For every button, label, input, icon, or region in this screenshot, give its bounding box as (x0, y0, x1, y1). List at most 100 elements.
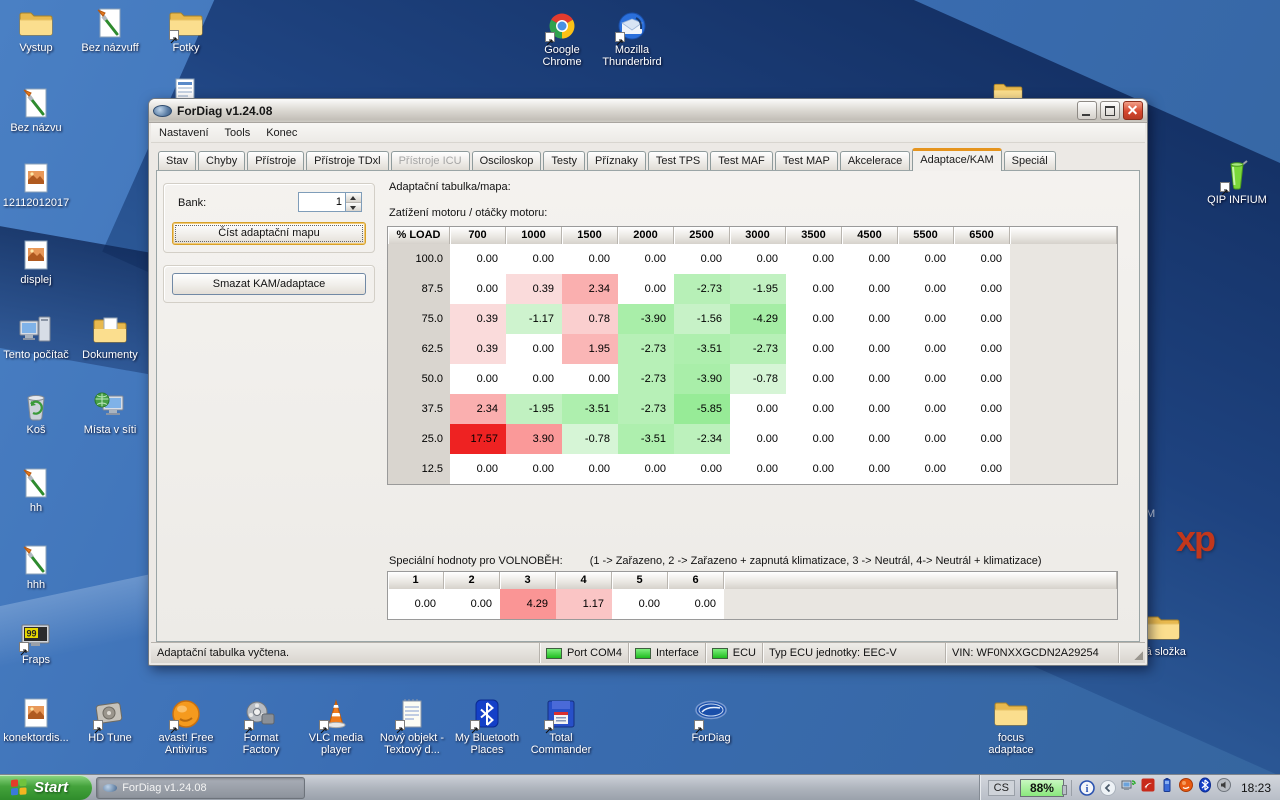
language-indicator[interactable]: CS (988, 780, 1015, 796)
desktop-icon-fraps[interactable]: 99Fraps (0, 620, 72, 666)
tab-akcelerace[interactable]: Akcelerace (840, 151, 910, 170)
clock: 18:23 (1241, 781, 1271, 795)
tab-test-maf[interactable]: Test MAF (710, 151, 772, 170)
tray-network-icon[interactable] (1121, 777, 1137, 798)
close-button[interactable] (1123, 101, 1143, 120)
resize-grip[interactable] (1118, 643, 1145, 663)
tray-volume-icon[interactable] (1216, 777, 1232, 798)
start-button[interactable]: Start (0, 775, 92, 800)
tray-bluetooth-icon[interactable] (1197, 777, 1213, 798)
desktop-icon-google-chrome[interactable]: Google Chrome (526, 10, 598, 68)
tab-chyby[interactable]: Chyby (198, 151, 245, 170)
desktop-icon-mista-v-siti[interactable]: Místa v síti (74, 390, 146, 436)
map-cell-r3-c2: 1.95 (562, 334, 618, 364)
map-cell-r4-c1: 0.00 (506, 364, 562, 394)
tab-adaptace-kam[interactable]: Adaptace/KAM (912, 148, 1001, 171)
start-label: Start (34, 779, 68, 796)
maximize-button[interactable] (1100, 101, 1120, 120)
menu-item-tools[interactable]: Tools (217, 125, 259, 141)
folder-icon (19, 8, 53, 40)
map-row-filler (1010, 304, 1117, 334)
tray-pdf-icon[interactable] (1140, 777, 1156, 798)
map-cell-r5-c6: 0.00 (786, 394, 842, 424)
tab-pristroje-icu: Přístroje ICU (391, 151, 470, 170)
read-adaptation-map-button[interactable]: Číst adaptační mapu (172, 222, 366, 245)
desktop-icon-fotky[interactable]: Fotky (150, 8, 222, 54)
desktop-icon-vystup[interactable]: Vystup (0, 8, 72, 54)
menu-item-nastaveni[interactable]: Nastavení (151, 125, 217, 141)
idle-col-header-5: 5 (612, 572, 668, 589)
image-icon (19, 240, 53, 272)
map-cell-r3-c9: 0.00 (954, 334, 1010, 364)
tab-test-map[interactable]: Test MAP (775, 151, 838, 170)
map-col-header-6500: 6500 (954, 227, 1010, 244)
desktop-icon-label: Koš (0, 424, 72, 436)
tab-test-tps[interactable]: Test TPS (648, 151, 708, 170)
tab-pristroje-tdxl[interactable]: Přístroje TDxl (306, 151, 388, 170)
map-cell-r1-c9: 0.00 (954, 274, 1010, 304)
minimize-button[interactable] (1077, 101, 1097, 120)
clear-kam-button[interactable]: Smazat KAM/adaptace (172, 273, 366, 295)
desktop-icon-displej[interactable]: displej (0, 240, 72, 286)
menu-item-konec[interactable]: Konec (258, 125, 305, 141)
desktop-icon-dokumenty[interactable]: Dokumenty (74, 315, 146, 361)
desktop-icon-vlc-media-player[interactable]: VLC media player (300, 698, 372, 756)
idle-cell-4: 1.17 (556, 589, 612, 619)
tab-stav[interactable]: Stav (158, 151, 196, 170)
desktop-icon-hh[interactable]: hh (0, 468, 72, 514)
desktop-icon-12112012017[interactable]: 12112012017 (0, 163, 72, 209)
status-indicator-label: Interface (656, 647, 699, 659)
tab-osciloskop[interactable]: Osciloskop (472, 151, 542, 170)
info-icon[interactable]: i (1079, 780, 1095, 796)
shortcut-arrow-icon (93, 720, 103, 730)
map-row-filler (1010, 394, 1117, 424)
tab-special[interactable]: Speciál (1004, 151, 1056, 170)
map-cell-r6-c4: -2.34 (674, 424, 730, 454)
desktop-icon-format-factory[interactable]: Format Factory (225, 698, 297, 756)
idle-col-header-1: 1 (388, 572, 444, 589)
map-cell-r4-c2: 0.00 (562, 364, 618, 394)
desktop-icon-mozilla-thunderbird[interactable]: Mozilla Thunderbird (596, 10, 668, 68)
chevron-collapse-icon[interactable] (1100, 780, 1116, 796)
titlebar[interactable]: ForDiag v1.24.08 (149, 99, 1147, 123)
idle-col-header-2: 2 (444, 572, 500, 589)
bank-spinner[interactable]: 1 (298, 192, 362, 212)
desktop-icon-avast-free-antivirus[interactable]: avast! Free Antivirus (150, 698, 222, 756)
desktop-icon-label: Místa v síti (74, 424, 146, 436)
map-col-header-4500: 4500 (842, 227, 898, 244)
desktop-icon-my-bluetooth-places[interactable]: My Bluetooth Places (451, 698, 523, 756)
desktop-icon-bez-nazvuff[interactable]: Bez názvuff (74, 8, 146, 54)
desktop-icon-konektordis[interactable]: konektordis... (0, 698, 72, 744)
tray-battery-icon[interactable] (1159, 777, 1175, 798)
tab-pristroje[interactable]: Přístroje (247, 151, 304, 170)
spin-down-icon[interactable] (346, 203, 361, 212)
desktop-icon-label: Tento počítač (0, 349, 72, 361)
desktop-icon-bez-nazvu[interactable]: Bez názvu (0, 88, 72, 134)
desktop-icon-total-commander[interactable]: Total Commander (525, 698, 597, 756)
desktop-icon-tento-pocitac[interactable]: Tento počítač (0, 315, 72, 361)
desktop-icon-qip-infium[interactable]: QIP INFIUM (1201, 160, 1273, 206)
desktop-icon-hhh[interactable]: hhh (0, 545, 72, 591)
desktop-icon-fordiag[interactable]: ForDiag (675, 698, 747, 744)
map-cell-r3-c0: 0.39 (450, 334, 506, 364)
desktop-icon-novy-objekt-textovy-d[interactable]: Nový objekt - Textový d... (376, 698, 448, 756)
map-cell-r7-c2: 0.00 (562, 454, 618, 484)
map-cell-r4-c8: 0.00 (898, 364, 954, 394)
map-cell-r0-c6: 0.00 (786, 244, 842, 274)
desktop-icon-label: VLC media player (300, 732, 372, 756)
desktop-icon-kos[interactable]: Koš (0, 390, 72, 436)
shortcut-arrow-icon (694, 720, 704, 730)
tab-testy[interactable]: Testy (543, 151, 585, 170)
map-cell-r3-c7: 0.00 (842, 334, 898, 364)
map-cell-r0-c0: 0.00 (450, 244, 506, 274)
desktop-icon-label: Vystup (0, 42, 72, 54)
task-button-fordiag-v1-24-08[interactable]: ForDiag v1.24.08 (96, 777, 305, 799)
desktop-icon-focus-adaptace[interactable]: focus adaptace (975, 698, 1047, 756)
map-cell-r4-c9: 0.00 (954, 364, 1010, 394)
desktop-icon-hd-tune[interactable]: HD Tune (74, 698, 146, 744)
spin-up-icon[interactable] (346, 193, 361, 203)
tray-avast-icon[interactable] (1178, 777, 1194, 798)
map-cell-r6-c0: 17.57 (450, 424, 506, 454)
tab-priznaky[interactable]: Příznaky (587, 151, 646, 170)
battery-indicator[interactable]: 88% (1020, 779, 1064, 797)
